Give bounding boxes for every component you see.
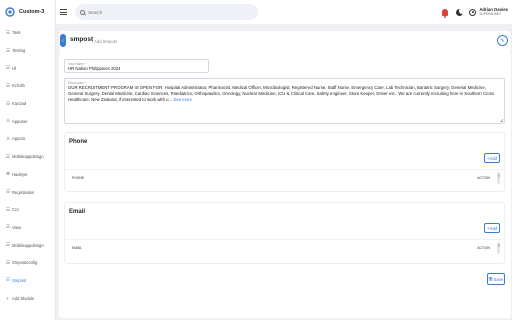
email-section-title: Email [69,209,86,215]
sidebar-item-appcto[interactable]: ♙ Appcto [0,130,55,148]
brand[interactable]: Custom-3 [0,0,55,24]
main-content: ‹ smpost / Add Smpost ✎ Task Name * HR N… [59,27,511,318]
breadcrumb-bar: ‹ smpost / Add Smpost ✎ [59,31,511,51]
sidebar-item-label: Testing [12,48,26,54]
add-phone-button[interactable]: +Add [484,153,500,163]
sidebar-item-mobileappdesign-2[interactable]: ☰ Mobileappdesign [0,236,55,254]
sidebar-item-registration[interactable]: ☰ Registration [0,183,55,201]
sidebar-item-appuser[interactable]: ♙ Appuser [0,112,55,130]
sidebar-item-kanzad[interactable]: ☰ Kanzad [0,95,55,113]
action-column-header: ACTION [477,176,490,180]
user-info[interactable]: Adrian Davies SUPERADMIN [479,7,508,17]
sidebar: Custom-3 ☰ Task ☰ Testing ☰ Hf ☰ Kcfcdb ☰ Kan… [0,0,56,320]
sidebar-item-hadiryer[interactable]: ⚙ Hadiryer [0,166,55,184]
notification-bell-icon[interactable] [442,8,449,18]
sidebar-item-label: Registration [12,189,35,195]
task-name-field[interactable]: Task Name * HR Nation Philippines 2024 [64,59,209,73]
sidebar-item-label: Kanzad [12,101,27,107]
logo-icon [5,7,15,17]
search-input[interactable] [88,9,248,15]
phone-section: Phone +Add PHONE ACTION [64,132,505,192]
phone-table-header: PHONE ACTION [65,169,504,185]
user-role: SUPERADMIN [479,12,501,16]
email-scrollbar[interactable] [497,242,500,254]
phone-section-title: Phone [69,139,88,145]
sidebar-item-label: Hadiryer [12,171,28,177]
sidebar-item-smpostconfig[interactable]: ☰ Smpostconfig [0,254,55,272]
save-button[interactable]: 🖫 Save [487,273,505,285]
save-label: Save [493,276,504,282]
email-table-header: EMAIL ACTION [65,239,504,255]
phone-column-header: PHONE [72,176,85,180]
sidebar-item-hf[interactable]: ☰ Hf [0,59,55,77]
app-name: Custom-3 [19,9,45,15]
search-icon [80,9,85,15]
sidebar-item-ccc[interactable]: ☰ Ccc [0,201,55,219]
see-more-link[interactable]: See more [173,97,192,102]
sidebar-nav: ☰ Task ☰ Testing ☰ Hf ☰ Kcfcdb ☰ Kanzad ♙ Appu… [0,24,55,307]
sidebar-item-label: Vasu [12,224,22,230]
email-column-header: EMAIL [72,246,83,250]
sidebar-item-label: Ccc [12,207,20,213]
sidebar-item-label: Smpost [12,277,27,283]
breadcrumb: / Add Smpost [92,38,117,44]
pencil-icon: ✎ [500,37,505,44]
sidebar-item-testing[interactable]: ☰ Testing [0,42,55,60]
sidebar-item-task[interactable]: ☰ Task [0,24,55,42]
task-name-label: Task Name * [68,61,87,66]
sidebar-item-label: Hf [12,65,17,71]
sidebar-item-label: Task [12,30,21,36]
back-button[interactable]: ‹ [60,34,66,47]
description-value: OUR RECRUITMENT PROGRAM IS OPEN FOR: Hos… [68,85,500,103]
email-section: Email +Add EMAIL ACTION [64,202,505,264]
header-actions: Adrian Davies SUPERADMIN [442,0,508,24]
sidebar-item-mobileappdesign[interactable]: ☰ Mobileappdesign [0,148,55,166]
search-bar[interactable] [75,4,258,20]
description-field[interactable]: Description * OUR RECRUITMENT PROGRAM IS… [64,78,505,124]
page-title: smpost [70,36,94,43]
chevron-left-icon: ‹ [62,37,64,44]
form-card: Task Name * HR Nation Philippines 2024 D… [59,51,511,318]
sidebar-item-label: Mobileappdesign [12,154,44,160]
resize-handle-icon[interactable] [500,119,503,122]
description-text: OUR RECRUITMENT PROGRAM IS OPEN FOR: Hos… [68,85,495,102]
task-name-value: HR Nation Philippines 2024 [68,66,121,71]
sidebar-item-label: Kcfcdb [12,83,25,89]
sidebar-item-add-module[interactable]: + Add Module [0,289,55,307]
sidebar-item-smpost[interactable]: ☰ Smpost [0,272,55,290]
phone-scrollbar[interactable] [497,172,500,184]
sidebar-item-label: Appcto [12,136,26,142]
add-email-button[interactable]: +Add [484,223,500,233]
dark-mode-toggle-icon[interactable] [456,8,464,16]
sidebar-item-vasu[interactable]: ☰ Vasu [0,219,55,237]
sidebar-item-label: Mobileappdesign [12,242,44,248]
save-icon: 🖫 [488,276,493,281]
top-header: Adrian Davies SUPERADMIN [56,0,512,24]
avatar-icon[interactable] [469,8,477,16]
sidebar-item-kcfcdb[interactable]: ☰ Kcfcdb [0,77,55,95]
sidebar-item-label: Add Module [12,295,35,301]
description-label: Description * [68,80,87,85]
action-column-header: ACTION [477,246,490,250]
sidebar-item-label: Appuser [12,118,28,124]
menu-toggle-icon[interactable] [60,9,67,15]
sidebar-item-label: Smpostconfig [12,260,38,266]
edit-button[interactable]: ✎ [497,35,508,46]
